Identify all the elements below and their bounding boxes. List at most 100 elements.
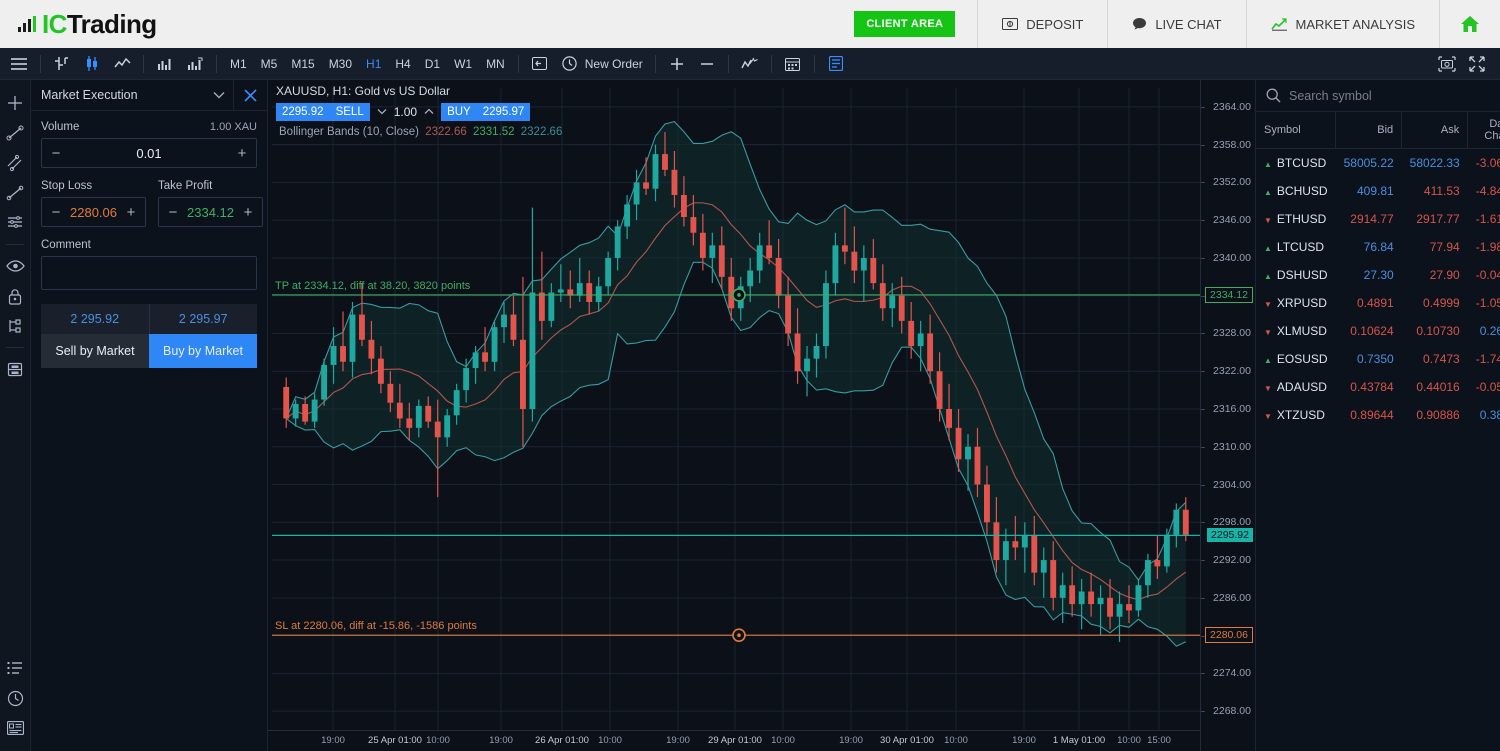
take-profit-stepper[interactable]: − 2334.12 + xyxy=(158,197,263,227)
symbols-list-icon[interactable] xyxy=(1,653,29,683)
arrow-up-icon: ▲ xyxy=(1264,356,1272,365)
volume-increment-button[interactable]: + xyxy=(228,145,256,162)
fullscreen-icon[interactable] xyxy=(1462,49,1492,79)
column-daily-change[interactable]: Daily Cha... xyxy=(1467,112,1500,149)
trendline-icon[interactable] xyxy=(1,118,29,148)
take_profit-handle[interactable] xyxy=(732,288,746,302)
comment-input[interactable] xyxy=(41,256,257,290)
take-profit-price-badge[interactable]: 2334.12 xyxy=(1205,286,1253,303)
occ-buy-button[interactable]: BUY xyxy=(441,103,477,121)
stop-loss-decrement-button[interactable]: − xyxy=(42,204,70,221)
volume-bars-icon[interactable] xyxy=(150,49,180,79)
cell-ask: 0.90886 xyxy=(1416,408,1460,422)
chevron-down-icon[interactable] xyxy=(205,86,233,104)
lock-icon[interactable] xyxy=(1,281,29,311)
hamburger-menu-icon[interactable] xyxy=(4,49,34,79)
nav-deposit[interactable]: DEPOSIT xyxy=(977,0,1107,48)
fibonacci-levels-icon[interactable] xyxy=(1,208,29,238)
table-row[interactable]: ▼ ETHUSD 2914.77 2917.77 -1.61% xyxy=(1256,205,1500,233)
zoom-out-button[interactable] xyxy=(692,49,722,79)
timeframe-h1[interactable]: H1 xyxy=(359,53,388,75)
bid-ask-row: 2 295.92 2 295.97 xyxy=(41,304,257,334)
timeframe-m30[interactable]: M30 xyxy=(322,53,359,75)
line-chart-type-icon[interactable] xyxy=(107,49,137,79)
volume-value[interactable]: 0.01 xyxy=(70,146,228,161)
table-row[interactable]: ▲ EOSUSD 0.7350 0.7473 -1.74% xyxy=(1256,345,1500,373)
buy-by-market-button[interactable]: Buy by Market xyxy=(149,334,257,368)
order-panel-toggle-icon[interactable] xyxy=(821,49,851,79)
stop_loss-handle[interactable] xyxy=(732,628,746,643)
indicators-icon[interactable] xyxy=(735,49,765,79)
table-row[interactable]: ▼ ADAUSD 0.43784 0.44016 -0.05% xyxy=(1256,373,1500,401)
volume-decrement-button[interactable]: − xyxy=(42,145,70,162)
table-row[interactable]: ▲ BCHUSD 409.81 411.53 -4.84% xyxy=(1256,177,1500,205)
client-area-button[interactable]: CLIENT AREA xyxy=(854,11,956,37)
price-axis[interactable]: 2364.00 2358.00 2352.00 2346.00 2340.00 2334.… xyxy=(1200,80,1255,751)
occ-buy-price[interactable]: 2295.97 xyxy=(476,103,531,121)
bar-chart-type-icon[interactable] xyxy=(47,49,77,79)
take-profit-increment-button[interactable]: + xyxy=(234,204,262,221)
search-input[interactable] xyxy=(1289,88,1490,103)
stop-loss-value[interactable]: 2280.06 xyxy=(70,205,117,220)
volume-stepper[interactable]: − 0.01 + xyxy=(41,138,257,168)
price-tick: 2322.00 xyxy=(1213,365,1251,378)
stop-loss-price-badge[interactable]: 2280.06 xyxy=(1205,627,1253,644)
timeframe-m1[interactable]: M1 xyxy=(223,53,254,75)
occ-sell-price[interactable]: 2295.92 xyxy=(276,103,330,121)
time-axis[interactable]: 19:00 25 Apr 01:00 10:00 19:00 26 Apr 01:00 1… xyxy=(268,730,1200,751)
volume-indicator-icon[interactable] xyxy=(180,49,210,79)
object-tree-icon[interactable] xyxy=(1,311,29,341)
table-row[interactable]: ▼ XLMUSD 0.10624 0.10730 0.26% xyxy=(1256,317,1500,345)
cell-ask: 0.44016 xyxy=(1416,380,1460,394)
delete-objects-icon[interactable] xyxy=(1,354,29,384)
brand-logo[interactable]: ICTrading xyxy=(0,0,175,48)
calendar-icon[interactable] xyxy=(778,49,808,79)
occ-volume-up-icon[interactable] xyxy=(417,107,441,118)
zoom-in-button[interactable] xyxy=(662,49,692,79)
candlestick-plot[interactable]: TP at 2334.12, diff at 38.20, 3820 point… xyxy=(268,80,1255,751)
column-ask[interactable]: Ask xyxy=(1401,112,1469,149)
parallel-channel-icon[interactable] xyxy=(1,148,29,178)
table-row[interactable]: ▼ XRPUSD 0.4891 0.4999 -1.05% xyxy=(1256,289,1500,317)
nav-market-analysis[interactable]: MARKET ANALYSIS xyxy=(1245,0,1439,48)
history-clock-icon[interactable] xyxy=(1,683,29,713)
new-order-button[interactable]: New Order xyxy=(585,57,649,71)
news-calendar-icon[interactable] xyxy=(1,713,29,743)
ray-line-icon[interactable] xyxy=(1,178,29,208)
column-bid[interactable]: Bid xyxy=(1335,112,1403,149)
timeframe-h4[interactable]: H4 xyxy=(388,53,417,75)
crosshair-icon[interactable] xyxy=(1,88,29,118)
current-price-badge[interactable]: 2295.92 xyxy=(1207,528,1253,543)
table-row[interactable]: ▲ BTCUSD 58005.22 58022.33 -3.06% xyxy=(1256,149,1500,178)
sell-by-market-button[interactable]: Sell by Market xyxy=(41,334,149,368)
timeframe-m5[interactable]: M5 xyxy=(254,53,285,75)
nav-live-chat[interactable]: LIVE CHAT xyxy=(1107,0,1245,48)
timeframe-mn[interactable]: MN xyxy=(479,53,512,75)
table-row[interactable]: ▼ XTZUSD 0.89644 0.90886 0.38% xyxy=(1256,401,1500,429)
candlestick-chart-type-icon[interactable] xyxy=(77,49,107,79)
take-profit-decrement-button[interactable]: − xyxy=(159,204,187,221)
take-profit-value[interactable]: 2334.12 xyxy=(187,205,234,220)
occ-sell-button[interactable]: SELL xyxy=(329,103,370,121)
eye-visibility-icon[interactable] xyxy=(1,251,29,281)
screenshot-icon[interactable] xyxy=(1432,49,1462,79)
new-order-clock-icon[interactable] xyxy=(555,49,585,79)
timeframe-m15[interactable]: M15 xyxy=(284,53,321,75)
stop-loss-increment-button[interactable]: + xyxy=(117,204,145,221)
new-chart-window-icon[interactable] xyxy=(525,49,555,79)
timeframe-w1[interactable]: W1 xyxy=(447,53,479,75)
chart-area[interactable]: TP at 2334.12, diff at 38.20, 3820 point… xyxy=(268,80,1255,751)
search-row[interactable] xyxy=(1256,80,1500,112)
cell-bid: 2914.77 xyxy=(1350,212,1394,226)
table-row[interactable]: ▲ LTCUSD 76.84 77.94 -1.98% xyxy=(1256,233,1500,261)
nav-home[interactable] xyxy=(1439,0,1500,48)
timeframe-d1[interactable]: D1 xyxy=(418,53,447,75)
stop-loss-stepper[interactable]: − 2280.06 + xyxy=(41,197,146,227)
occ-volume-value[interactable]: 1.00 xyxy=(394,105,417,119)
column-symbol[interactable]: Symbol xyxy=(1256,112,1337,149)
table-row[interactable]: ▲ DSHUSD 27.30 27.90 -0.04% xyxy=(1256,261,1500,289)
indicator-legend[interactable]: Bollinger Bands (10, Close) 2322.66 2331… xyxy=(276,126,562,138)
occ-volume-down-icon[interactable] xyxy=(370,107,394,118)
close-icon[interactable] xyxy=(233,79,267,111)
price-tick-mark xyxy=(1201,220,1205,222)
